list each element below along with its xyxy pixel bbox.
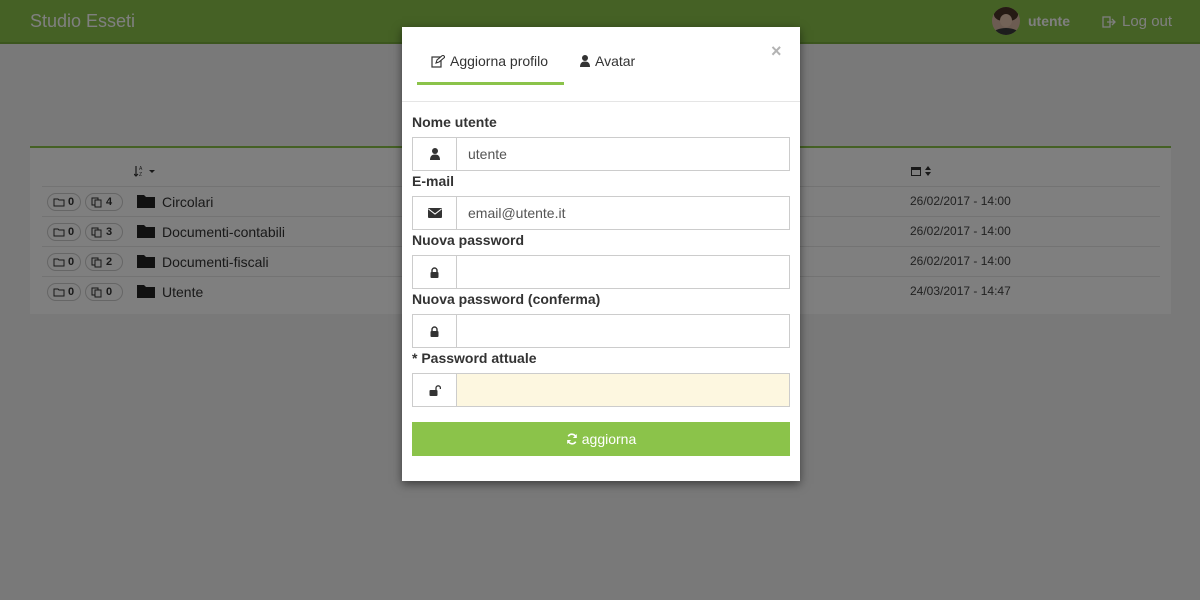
active-tab-indicator (417, 82, 564, 85)
current-password-addon (412, 373, 456, 407)
username-field-group: utente (412, 137, 790, 171)
username-addon (412, 137, 456, 171)
username-input[interactable]: utente (456, 137, 790, 171)
new-password-input[interactable] (456, 255, 790, 289)
new-password-addon (412, 255, 456, 289)
modal-header: Aggiorna profilo Avatar × (402, 27, 800, 102)
confirm-password-input[interactable] (456, 314, 790, 348)
user-icon (580, 55, 590, 67)
confirm-password-addon (412, 314, 456, 348)
tab-update-profile[interactable]: Aggiorna profilo (431, 53, 548, 69)
confirm-password-field-group (412, 314, 790, 348)
current-password-field-group (412, 373, 790, 407)
tab-avatar[interactable]: Avatar (580, 53, 635, 69)
lock-icon (430, 325, 439, 337)
new-password-field-group (412, 255, 790, 289)
update-button-label: aggiorna (581, 431, 637, 447)
user-icon (429, 148, 440, 160)
lock-icon (430, 266, 439, 278)
envelope-icon (427, 208, 442, 218)
refresh-icon (566, 433, 577, 445)
email-field-group: email@utente.it (412, 196, 790, 230)
close-icon[interactable]: × (771, 42, 782, 60)
email-addon (412, 196, 456, 230)
current-password-input[interactable] (456, 373, 790, 407)
confirm-password-label: Nuova password (conferma) (412, 291, 601, 307)
username-label: Nome utente (412, 114, 497, 130)
new-password-label: Nuova password (412, 232, 525, 248)
profile-modal: Aggiorna profilo Avatar × Nome utente ut… (402, 27, 800, 481)
email-input[interactable]: email@utente.it (456, 196, 790, 230)
edit-icon (431, 54, 445, 68)
unlock-icon (429, 384, 441, 396)
tab-update-profile-label: Aggiorna profilo (450, 53, 549, 69)
email-label: E-mail (412, 173, 455, 189)
current-password-label: * Password attuale (412, 350, 537, 366)
tab-avatar-label: Avatar (595, 53, 636, 69)
update-button[interactable]: aggiorna (412, 422, 790, 456)
